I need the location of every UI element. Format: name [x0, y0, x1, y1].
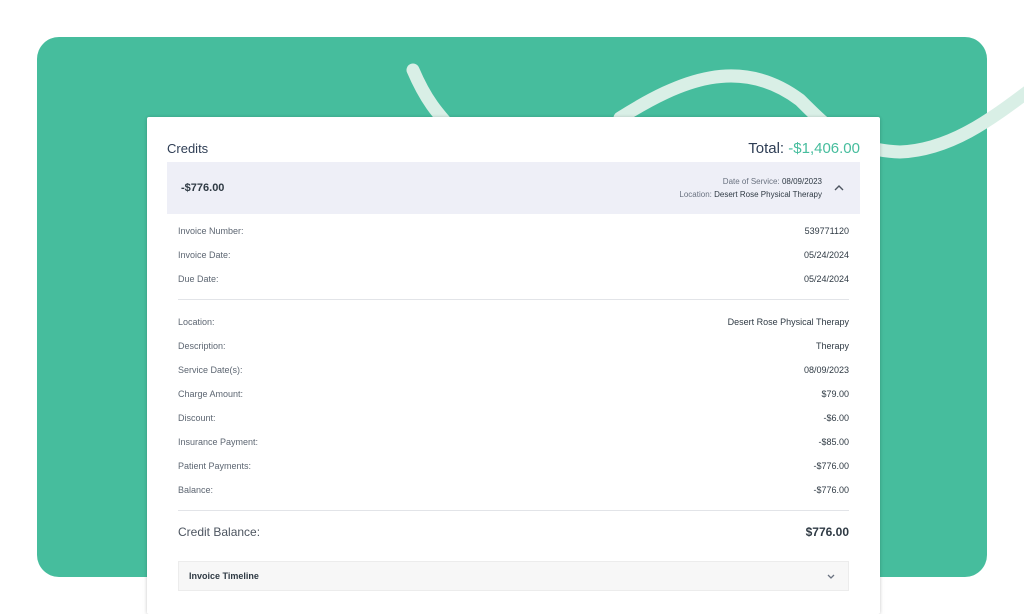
detail-label: Location:	[178, 317, 215, 327]
detail-row: Insurance Payment: -$85.00	[178, 430, 849, 454]
detail-value: -$776.00	[813, 485, 849, 495]
detail-row: Balance: -$776.00	[178, 478, 849, 502]
detail-row: Due Date: 05/24/2024	[178, 267, 849, 291]
location-label: Location:	[679, 190, 712, 199]
chevron-down-icon[interactable]	[824, 569, 838, 583]
detail-value: 08/09/2023	[803, 365, 849, 375]
detail-row: Description: Therapy	[178, 334, 849, 358]
credit-balance-row: Credit Balance: $776.00	[178, 517, 849, 547]
location-value: Desert Rose Physical Therapy	[714, 190, 822, 199]
invoice-timeline-label: Invoice Timeline	[189, 571, 259, 581]
card-header: Credits Total: -$1,406.00	[167, 137, 860, 159]
total-amount: -$1,406.00	[788, 139, 860, 157]
detail-label: Description:	[178, 341, 226, 351]
credit-item-amount: -$776.00	[181, 182, 225, 194]
divider	[178, 299, 849, 300]
detail-row: Location: Desert Rose Physical Therapy	[178, 310, 849, 334]
credit-item-header[interactable]: -$776.00 Date of Service: 08/09/2023 Loc…	[167, 162, 860, 214]
detail-value: $79.00	[821, 389, 849, 399]
detail-value: -$6.00	[823, 413, 849, 423]
detail-row: Service Date(s): 08/09/2023	[178, 358, 849, 382]
detail-label: Discount:	[178, 413, 216, 423]
detail-label: Patient Payments:	[178, 461, 252, 471]
credit-balance-label: Credit Balance:	[178, 525, 261, 539]
credits-card: Credits Total: -$1,406.00 -$776.00 Date …	[147, 117, 880, 614]
detail-value: 539771120	[804, 226, 849, 236]
detail-value: Desert Rose Physical Therapy	[727, 317, 849, 327]
detail-label: Charge Amount:	[178, 389, 244, 399]
detail-label: Invoice Number:	[178, 226, 244, 236]
location-line: Location: Desert Rose Physical Therapy	[679, 188, 822, 201]
detail-value: -$776.00	[813, 461, 849, 471]
invoice-rows: Invoice Number: 539771120 Invoice Date: 05/…	[178, 215, 849, 291]
total-summary: Total: -$1,406.00	[748, 140, 860, 157]
detail-label: Balance:	[178, 485, 214, 495]
detail-label: Due Date:	[178, 274, 219, 284]
detail-row: Charge Amount: $79.00	[178, 382, 849, 406]
credit-details: Invoice Number: 539771120 Invoice Date: 05/…	[178, 215, 849, 547]
detail-value: 05/24/2024	[803, 250, 849, 260]
detail-value: Therapy	[815, 341, 849, 351]
detail-label: Insurance Payment:	[178, 437, 259, 447]
credits-title: Credits	[167, 140, 209, 156]
credit-balance-value: $776.00	[805, 525, 849, 539]
detail-row: Invoice Number: 539771120	[178, 219, 849, 243]
date-of-service-value: 08/09/2023	[781, 177, 822, 186]
detail-label: Invoice Date:	[178, 250, 231, 260]
chevron-up-icon[interactable]	[832, 181, 846, 195]
credit-item-meta: Date of Service: 08/09/2023 Location: De…	[679, 175, 846, 201]
detail-row: Patient Payments: -$776.00	[178, 454, 849, 478]
total-label: Total:	[748, 139, 785, 157]
detail-label: Service Date(s):	[178, 365, 243, 375]
date-of-service-line: Date of Service: 08/09/2023	[679, 175, 822, 188]
detail-value: -$85.00	[818, 437, 849, 447]
detail-row: Invoice Date: 05/24/2024	[178, 243, 849, 267]
credit-item-meta-lines: Date of Service: 08/09/2023 Location: De…	[679, 175, 822, 201]
detail-row: Discount: -$6.00	[178, 406, 849, 430]
charge-rows: Location: Desert Rose Physical Therapy Des…	[178, 310, 849, 502]
divider	[178, 510, 849, 511]
invoice-timeline-toggle[interactable]: Invoice Timeline	[178, 561, 849, 591]
detail-value: 05/24/2024	[803, 274, 849, 284]
date-of-service-label: Date of Service:	[722, 177, 780, 186]
